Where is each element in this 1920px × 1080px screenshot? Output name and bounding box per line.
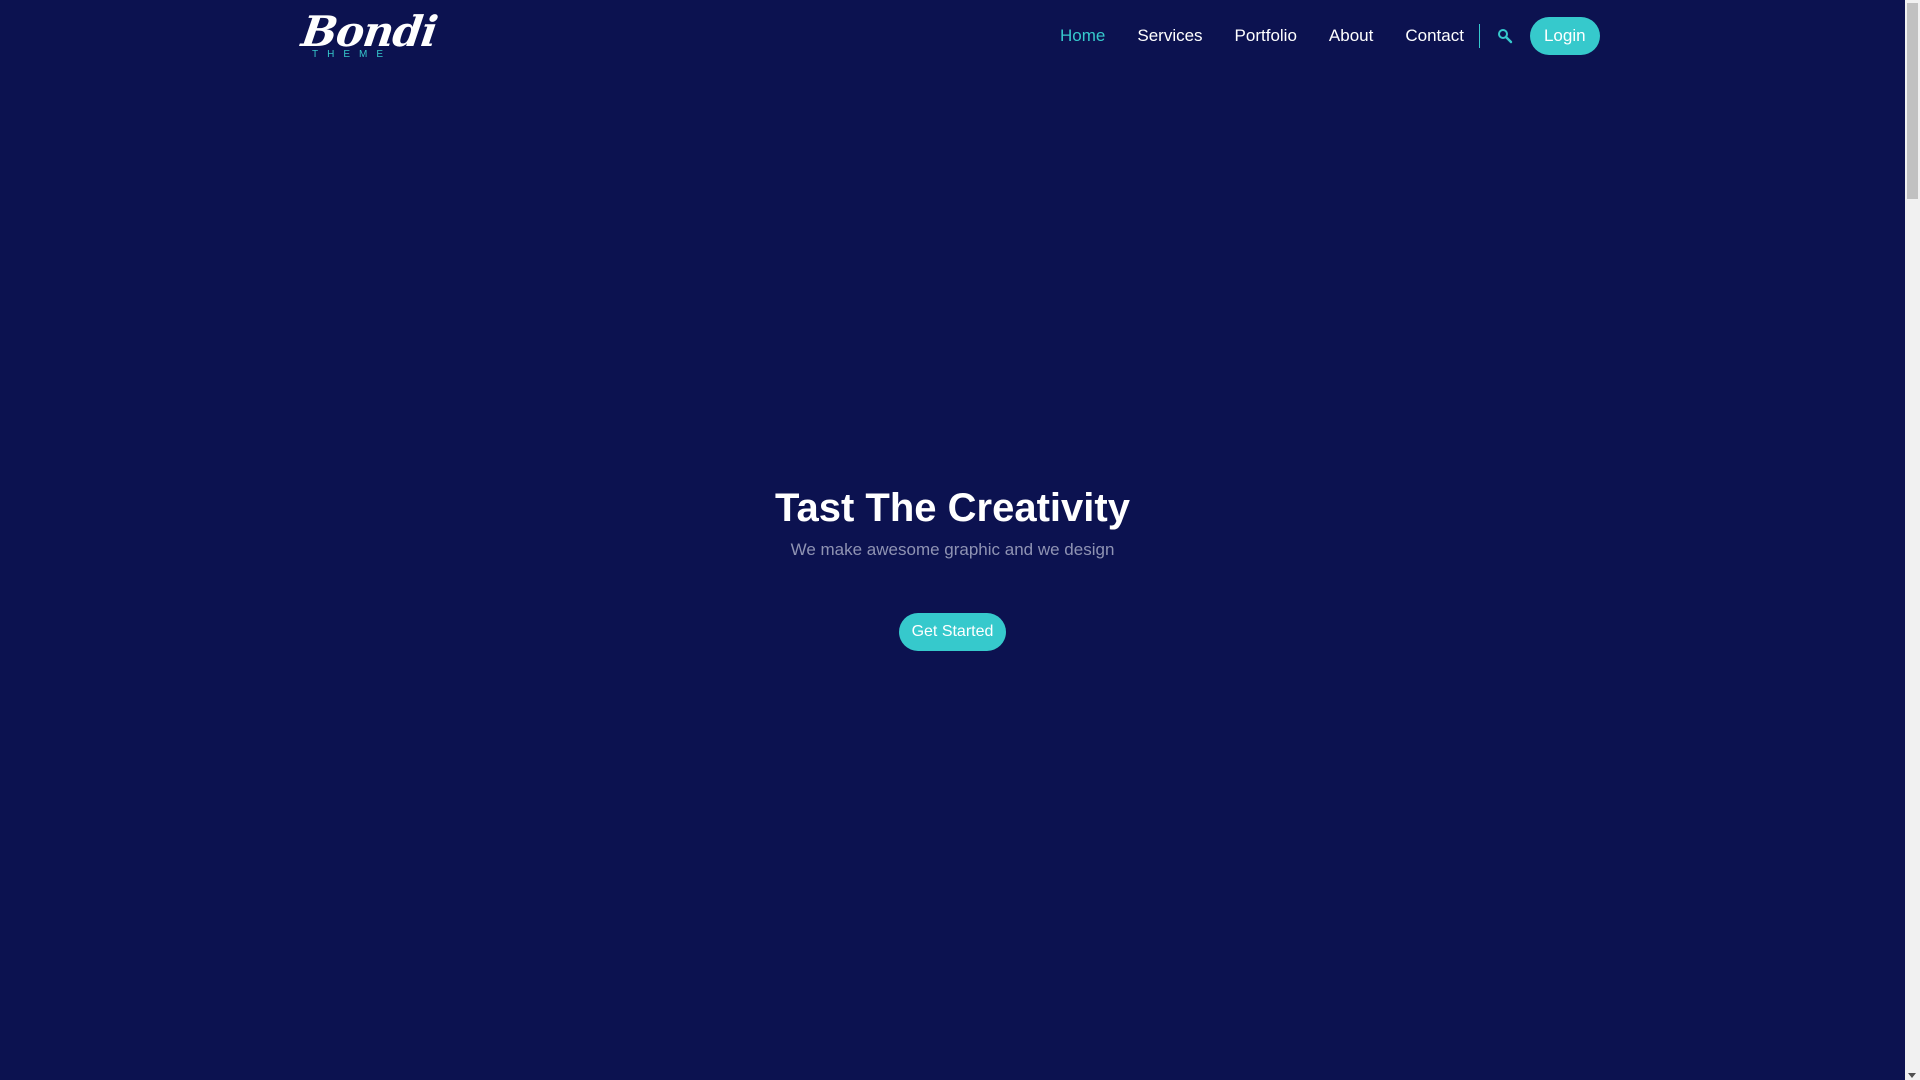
- nav-link-about[interactable]: About: [1329, 17, 1373, 55]
- search-icon: [1497, 29, 1513, 44]
- nav-link-portfolio[interactable]: Portfolio: [1235, 17, 1297, 55]
- nav-divider: [1478, 24, 1480, 48]
- logo-tagline: THEME: [312, 49, 392, 60]
- scroll-down-arrow-icon[interactable]: [1908, 1073, 1916, 1078]
- get-started-button[interactable]: Get Started: [898, 613, 1007, 651]
- page: Bondi THEME Home Services Portfolio Abou…: [0, 0, 1920, 1080]
- nav-link-contact[interactable]: Contact: [1405, 17, 1464, 55]
- hero-subtitle: We make awesome graphic and we design: [790, 540, 1115, 559]
- vertical-scrollbar[interactable]: [1905, 0, 1920, 1080]
- site-header: Bondi THEME Home Services Portfolio Abou…: [0, 0, 1905, 72]
- main-nav: Home Services Portfolio About Contact Lo…: [1060, 17, 1600, 55]
- nav-link-home[interactable]: Home: [1060, 17, 1105, 55]
- scrollbar-thumb[interactable]: [1907, 3, 1918, 199]
- login-button[interactable]: Login: [1529, 17, 1600, 55]
- hero-section: Tast The Creativity We make awesome grap…: [0, 480, 1905, 651]
- logo[interactable]: Bondi THEME: [299, 7, 440, 62]
- nav-link-services[interactable]: Services: [1137, 17, 1202, 55]
- hero-title: Tast The Creativity: [775, 486, 1130, 530]
- viewport: Bondi THEME Home Services Portfolio Abou…: [0, 0, 1905, 1080]
- search-button[interactable]: [1494, 25, 1516, 47]
